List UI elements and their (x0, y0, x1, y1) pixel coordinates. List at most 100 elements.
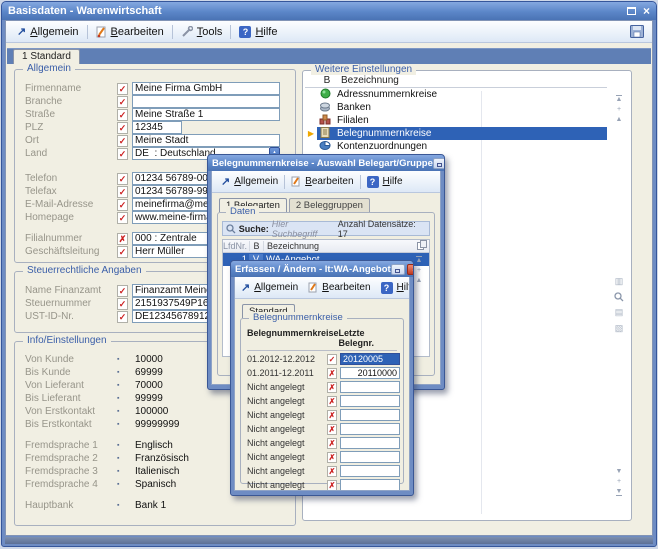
field-label: Name Finanzamt (25, 285, 117, 296)
edit-check-icon: ✓ (117, 148, 128, 160)
field-label: Filialnummer (25, 233, 117, 244)
restore-icon[interactable] (627, 7, 636, 15)
table-header: LfdNr. B Bezeichnung (223, 240, 429, 253)
filialen-icon (319, 114, 331, 125)
menu-hilfe[interactable]: ? Hilfe (363, 174, 407, 190)
search-label: Suche: (239, 224, 269, 234)
menu-allgemein[interactable]: ↗ Allgemein (237, 280, 302, 295)
letzte-belegnr-input[interactable] (340, 437, 400, 449)
menu-bearbeiten[interactable]: Bearbeiten (90, 24, 170, 40)
bullet-icon: ▪ (117, 407, 135, 417)
scroll-plus-icon[interactable]: + (617, 478, 621, 485)
help-icon: ? (367, 176, 379, 188)
close-icon[interactable]: × (643, 6, 650, 16)
group-belegnummernkreise: Belegnummernkreise Belegnummernkreise Le… (240, 318, 404, 484)
scroll-top-icon[interactable]: ▲ (616, 95, 623, 103)
scroll-top-icon[interactable]: ▲ (416, 256, 423, 264)
save-button[interactable] (627, 24, 647, 39)
letzte-belegnr-input[interactable] (340, 395, 400, 407)
panel-header: B Bezeichnung (305, 74, 607, 88)
field-firmenname: Firmenname ✓ (25, 82, 287, 95)
search-icon (226, 224, 236, 234)
letzte-belegnr-input[interactable] (340, 465, 400, 477)
field-label: E-Mail-Adresse (25, 199, 117, 210)
bullet-icon: ▪ (117, 368, 135, 378)
menu-hilfe[interactable]: ? Hilfe (377, 280, 410, 296)
filter-icon[interactable]: ▧ (615, 323, 624, 334)
belegnr-row-empty: Nicht angelegt ✗ (247, 465, 397, 477)
belegnr-row-empty: Nicht angelegt ✗ (247, 451, 397, 463)
scroll-plus-icon[interactable]: + (417, 267, 421, 274)
minimize-icon[interactable] (433, 158, 444, 169)
edit-cross-icon: ✗ (327, 452, 337, 463)
letzte-belegnr-input[interactable] (340, 381, 400, 393)
branche-input[interactable] (132, 95, 280, 108)
panel-row-kontenzuordnungen[interactable]: Kontenzuordnungen (305, 140, 607, 153)
arrow-ne-icon: ↗ (241, 283, 250, 293)
belegnr-row-empty: Nicht angelegt ✗ (247, 409, 397, 421)
firmenname-input[interactable] (132, 82, 280, 95)
panel-tool-rail[interactable]: ▥ ▤ ▧ (610, 276, 628, 334)
scroll-up-icon[interactable]: ▲ (416, 277, 423, 284)
menu-separator (172, 25, 173, 39)
panel-row-belegnummernkreise[interactable]: ▶ Belegnummernkreise (305, 127, 607, 140)
letzte-belegnr-input-2012[interactable] (340, 353, 400, 365)
bullet-icon: ▪ (117, 501, 135, 511)
strasse-input[interactable] (132, 108, 280, 121)
edit-check-icon: ✓ (117, 246, 128, 258)
menu-allgemein[interactable]: ↗ Allgemein (217, 174, 282, 189)
close-icon[interactable]: × (407, 264, 413, 275)
panel-row-banken[interactable]: Banken (305, 101, 607, 114)
column-divider (481, 91, 482, 514)
group-info-title: Info/Einstellungen (23, 335, 111, 346)
tab-standard[interactable]: 1 Standard (13, 49, 80, 64)
belegnummernkreise-icon (320, 127, 330, 138)
menu-hilfe[interactable]: ? Hilfe (233, 24, 283, 40)
panel-row-adressnummernkreise[interactable]: Adressnummernkreise (305, 88, 607, 101)
arrow-ne-icon: ↗ (221, 177, 230, 187)
tab-beleggruppen[interactable]: 2 Beleggruppen (289, 198, 370, 212)
search-icon[interactable] (614, 292, 624, 302)
menu-tools[interactable]: Tools (175, 24, 229, 40)
search-bar[interactable]: Suche: Hier Suchbegriff Anzahl Datensätz… (222, 221, 430, 236)
window-titlebar: Basisdaten - Warenwirtschaft × (2, 2, 656, 20)
bullet-icon: ▪ (117, 420, 135, 430)
columns-icon[interactable]: ▥ (615, 276, 624, 287)
save-icon (630, 25, 644, 38)
plz-input[interactable] (132, 121, 182, 134)
group-allgemein-title: Allgemein (23, 63, 75, 74)
menu-bearbeiten[interactable]: Bearbeiten (304, 280, 374, 295)
search-placeholder[interactable]: Hier Suchbegriff (272, 219, 335, 239)
edit-cross-icon: ✗ (117, 233, 128, 245)
ort-input[interactable] (132, 134, 280, 147)
scroll-rail-top[interactable]: ▲ + ▲ (610, 95, 628, 123)
bullet-icon: ▪ (117, 355, 135, 365)
menu-allgemein[interactable]: ↗ Allgemein (11, 24, 85, 40)
scroll-up-icon[interactable]: ▲ (616, 116, 623, 123)
grid-icon[interactable] (417, 240, 427, 250)
menu-separator (230, 25, 231, 39)
letzte-belegnr-input[interactable] (340, 451, 400, 463)
selected-arrow-icon: ▶ (305, 127, 317, 140)
letzte-belegnr-input-2011[interactable] (340, 367, 400, 379)
menu-bearbeiten[interactable]: Bearbeiten (287, 174, 357, 189)
panel-row-filialen[interactable]: Filialen (305, 114, 607, 127)
edit-check-icon: ✓ (117, 109, 128, 121)
field-label: Firmenname (25, 83, 117, 94)
letzte-belegnr-input[interactable] (340, 409, 400, 421)
tools-icon (181, 26, 193, 38)
scroll-plus-icon[interactable]: + (617, 106, 621, 113)
dialog1-title: Belegnummernkreise - Auswahl Belegart/Gr… (212, 158, 433, 169)
letzte-belegnr-input[interactable] (340, 423, 400, 435)
edit-page-icon (308, 282, 318, 293)
letzte-belegnr-input[interactable] (340, 479, 400, 491)
kontenzuordnungen-icon (319, 140, 331, 151)
list-icon[interactable]: ▤ (615, 307, 624, 318)
edit-check-icon: ✓ (117, 186, 128, 198)
scroll-rail-bottom[interactable]: ▼ + ▼ (610, 468, 628, 496)
field-plz: PLZ ✓ (25, 121, 287, 134)
field-label: Land (25, 148, 117, 159)
scroll-bottom-icon[interactable]: ▼ (616, 488, 623, 496)
minimize-icon[interactable] (391, 264, 405, 275)
scroll-down-icon[interactable]: ▼ (616, 468, 623, 475)
